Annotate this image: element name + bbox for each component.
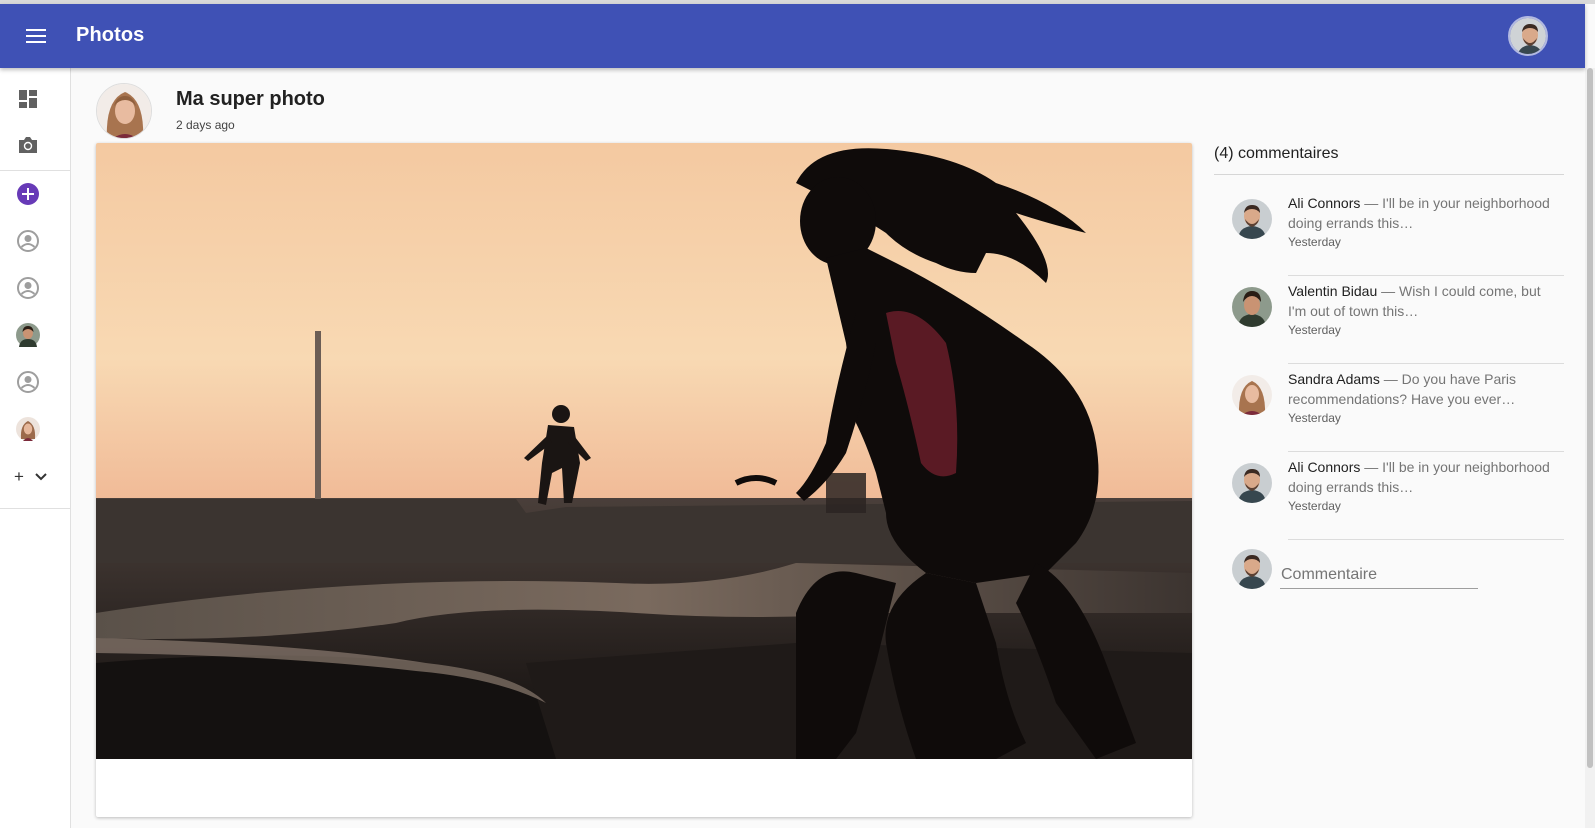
comment-body: Valentin Bidau — Wish I could come, but …	[1288, 281, 1556, 321]
commenter-avatar	[1232, 375, 1272, 415]
account-circle-icon[interactable]	[15, 369, 41, 395]
contact-avatar-woman[interactable]	[15, 416, 41, 442]
account-circle-icon[interactable]	[15, 228, 41, 254]
app-bar: Photos	[0, 4, 1585, 68]
contact-avatar-man[interactable]	[15, 322, 41, 348]
current-user-avatar	[1232, 549, 1272, 589]
photo-card	[96, 143, 1192, 817]
page-scrollbar[interactable]	[1585, 68, 1595, 828]
comment-author: Ali Connors	[1288, 195, 1361, 211]
plus-label: +	[14, 467, 24, 486]
comment-item[interactable]: Ali Connors — I'll be in your neighborho…	[1232, 451, 1564, 540]
scrollbar-thumb[interactable]	[1587, 68, 1593, 768]
comment-divider	[1288, 539, 1564, 540]
comment-time: Yesterday	[1288, 499, 1341, 513]
comments-count: (4) commentaires	[1214, 145, 1339, 162]
commenter-avatar	[1232, 287, 1272, 327]
dashboard-icon[interactable]	[15, 86, 41, 112]
comment-body: Ali Connors — I'll be in your neighborho…	[1288, 193, 1556, 233]
sidebar-divider	[0, 508, 70, 509]
commenter-avatar	[1232, 199, 1272, 239]
show-more-button[interactable]: +	[14, 468, 48, 485]
comment-author: Ali Connors	[1288, 459, 1361, 475]
comments-divider	[1214, 174, 1564, 175]
commenter-avatar	[1232, 463, 1272, 503]
comment-body: Sandra Adams — Do you have Paris recomme…	[1288, 369, 1556, 409]
account-circle-icon[interactable]	[15, 275, 41, 301]
comment-author: Valentin Bidau	[1288, 283, 1378, 299]
comment-item[interactable]: Valentin Bidau — Wish I could come, but …	[1232, 275, 1564, 364]
comment-item[interactable]: Sandra Adams — Do you have Paris recomme…	[1232, 363, 1564, 452]
chevron-down-icon	[35, 472, 47, 480]
comment-input[interactable]	[1280, 561, 1478, 589]
add-circle-icon[interactable]	[15, 181, 41, 207]
comment-author: Sandra Adams	[1288, 371, 1380, 387]
sidebar-divider	[0, 170, 70, 171]
post-timestamp: 2 days ago	[176, 118, 235, 132]
post-title: Ma super photo	[176, 88, 325, 110]
menu-icon[interactable]	[22, 24, 50, 48]
comment-time: Yesterday	[1288, 323, 1341, 337]
comment-body: Ali Connors — I'll be in your neighborho…	[1288, 457, 1556, 497]
comment-time: Yesterday	[1288, 235, 1341, 249]
account-avatar[interactable]	[1508, 16, 1548, 56]
skatepark-photo[interactable]	[96, 143, 1192, 759]
app-title: Photos	[76, 24, 145, 46]
comment-item[interactable]: Ali Connors — I'll be in your neighborho…	[1232, 187, 1564, 276]
camera-icon[interactable]	[15, 132, 41, 158]
poster-avatar[interactable]	[96, 83, 152, 139]
sidebar: +	[0, 68, 71, 828]
comment-time: Yesterday	[1288, 411, 1341, 425]
